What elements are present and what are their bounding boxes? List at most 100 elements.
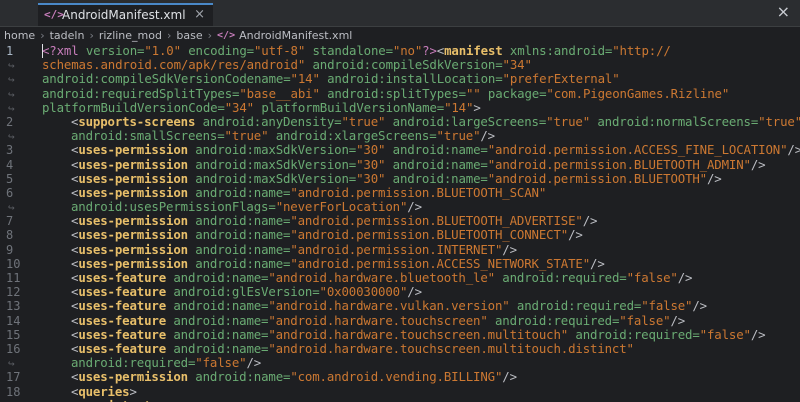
code-line[interactable]: <supports-screens android:anyDensity="tr…	[42, 113, 800, 129]
code-token: "android.hardware.touchscreen.multitouch…	[268, 340, 634, 356]
chevron-right-icon: ›	[40, 29, 45, 42]
code-token: android:compileSdkVersionCodename=	[42, 71, 291, 87]
code-token: android:name=	[392, 170, 488, 186]
code-line[interactable]: <uses-feature android:name="android.hard…	[42, 270, 800, 285]
code-line[interactable]: <uses-feature android:name="android.hard…	[42, 340, 800, 356]
code-token: uses-feature	[78, 298, 174, 314]
code-token: "30"	[356, 142, 393, 158]
code-token: android:maxSdkVersion=	[195, 156, 357, 172]
code-token: "android.permission.ACCESS_NETWORK_STATE…	[290, 255, 591, 271]
code-line[interactable]: <uses-feature android:name="android.hard…	[42, 312, 800, 328]
code-token: "com.PigeonGames.Rizline"	[546, 85, 730, 101]
code-line[interactable]: android:required="false"/>	[42, 356, 800, 370]
code-token: "false"	[641, 298, 693, 314]
code-line[interactable]: <queries>	[42, 383, 800, 399]
code-line[interactable]: android:requiredSplitTypes="base__abi" a…	[42, 85, 800, 101]
code-editor[interactable]: 1 ↪ ↪ ↪ ↪ 2 ↪ 3 4 5 6 ↪ 7 8 9 10 11 12 13 14 15 16 ↪ 17 18 <?xml…	[0, 44, 800, 402]
code-line[interactable]: <?xml version="1.0" encoding="utf-8" sta…	[42, 44, 800, 58]
soft-wrap-icon: ↪	[8, 73, 15, 87]
code-token: "android.permission.BLUETOOTH_ADVERTISE"	[290, 213, 583, 229]
code-token: supports-screens	[78, 113, 203, 129]
code-token: >	[473, 99, 481, 115]
code-token: "com.android.vending.BILLING"	[290, 369, 503, 385]
code-token: android:compileSdkVersion=	[312, 57, 503, 73]
code-line[interactable]: <uses-permission android:maxSdkVersion="…	[42, 143, 800, 157]
code-token: android:usesPermissionFlags=	[71, 199, 276, 215]
breadcrumb-item-file[interactable]: AndroidManifest.xml	[239, 29, 352, 42]
line-number: 13	[6, 299, 21, 314]
code-token: uses-permission	[78, 184, 196, 200]
code-token: ""	[465, 85, 488, 101]
code-token: android:anyDensity=	[202, 113, 342, 129]
code-token: <?xml	[42, 44, 86, 58]
code-token: "false"	[699, 326, 751, 342]
code-token: android:name=	[173, 312, 269, 328]
code-line[interactable]: <uses-permission android:name="com.andro…	[42, 370, 800, 384]
code-token: uses-permission	[78, 170, 196, 186]
code-line[interactable]: <uses-permission android:name="android.p…	[42, 255, 800, 271]
xml-file-icon: </>	[44, 8, 64, 21]
code-token: "14"	[290, 71, 328, 87]
code-token: package=	[487, 85, 547, 101]
code-line[interactable]: <uses-feature android:glEsVersion="0x000…	[42, 285, 800, 299]
code-line[interactable]: android:smallScreens="true" android:xlar…	[42, 129, 800, 143]
code-token: android:requiredSplitTypes=	[42, 85, 240, 101]
code-token: "0x00030000"	[319, 284, 408, 300]
code-token: "android.hardware.touchscreen.multitouch…	[268, 326, 576, 342]
code-token: <	[436, 44, 445, 58]
breadcrumb-item-tadeln[interactable]: tadeln	[50, 29, 85, 42]
code-token: "android.permission.BLUETOOTH_SCAN"	[290, 184, 547, 200]
code-token: uses-feature	[78, 312, 174, 328]
line-number-gutter: 1 ↪ ↪ ↪ ↪ 2 ↪ 3 4 5 6 ↪ 7 8 9 10 11 12 13 14 15 16 ↪ 17 18	[0, 44, 38, 402]
code-token: "false"	[619, 312, 671, 328]
chevron-right-icon: ›	[207, 29, 213, 42]
breadcrumb-item-base[interactable]: base	[176, 29, 202, 42]
code-area[interactable]: <?xml version="1.0" encoding="utf-8" sta…	[42, 44, 800, 402]
close-tab-icon[interactable]: ×	[194, 7, 205, 22]
code-token: />	[502, 369, 517, 385]
code-line[interactable]: <uses-permission android:name="android.p…	[42, 228, 800, 242]
code-line[interactable]: <uses-permission android:name="android.p…	[42, 242, 800, 257]
code-token: platformBuildVersionCode=	[42, 99, 225, 115]
code-token: />	[590, 255, 605, 271]
code-token: />	[692, 298, 707, 314]
code-line[interactable]: <uses-permission android:maxSdkVersion="…	[42, 156, 800, 172]
code-line[interactable]: platformBuildVersionCode="34" platformBu…	[42, 99, 800, 115]
line-number: 14	[6, 313, 21, 328]
code-token: android:xlargeScreens=	[275, 128, 437, 144]
code-line[interactable]: <uses-permission android:maxSdkVersion="…	[42, 170, 800, 186]
line-number: 4	[6, 157, 14, 172]
code-token: >	[151, 398, 158, 402]
tab-androidmanifest[interactable]: </> AndroidManifest.xml ×	[38, 3, 213, 26]
code-line[interactable]: <uses-feature android:name="android.hard…	[42, 326, 800, 342]
code-token: "1.0"	[144, 44, 189, 58]
breadcrumb-item-rizline-mod[interactable]: rizline_mod	[99, 29, 162, 42]
code-line[interactable]: android:usesPermissionFlags="neverForLoc…	[42, 199, 800, 215]
code-token: "true"	[546, 113, 598, 129]
soft-wrap-icon: ↪	[8, 101, 15, 115]
code-token: />	[480, 128, 495, 144]
code-token: android:name=	[173, 270, 269, 285]
code-token: "30"	[356, 156, 393, 172]
code-line[interactable]: android:compileSdkVersionCodename="14" a…	[42, 72, 800, 86]
code-token: uses-permission	[78, 213, 196, 229]
code-token: xmlns:android=	[509, 44, 613, 58]
code-token: "true"	[758, 113, 800, 129]
code-token: />	[407, 284, 422, 300]
code-token: "utf-8"	[254, 44, 313, 58]
code-token: android:name=	[173, 298, 269, 314]
code-line[interactable]: schemas.android.com/apk/res/android" and…	[42, 58, 800, 72]
close-window-icon[interactable]: ×	[777, 2, 790, 21]
code-token: >	[129, 383, 137, 399]
breadcrumb: home › tadeln › rizline_mod › base › </>…	[0, 27, 800, 44]
code-line[interactable]: <uses-permission android:name="android.p…	[42, 214, 800, 228]
code-line[interactable]: <uses-permission android:name="android.p…	[42, 184, 800, 200]
line-number: 12	[6, 285, 21, 300]
code-token: queries	[78, 383, 130, 399]
code-token: "neverForLocation"	[275, 199, 408, 215]
code-line[interactable]: <uses-feature android:name="android.hard…	[42, 299, 800, 313]
breadcrumb-item-home[interactable]: home	[4, 29, 35, 42]
line-number: 7	[6, 214, 14, 229]
soft-wrap-icon: ↪	[8, 357, 15, 371]
code-token: uses-feature	[78, 340, 174, 356]
